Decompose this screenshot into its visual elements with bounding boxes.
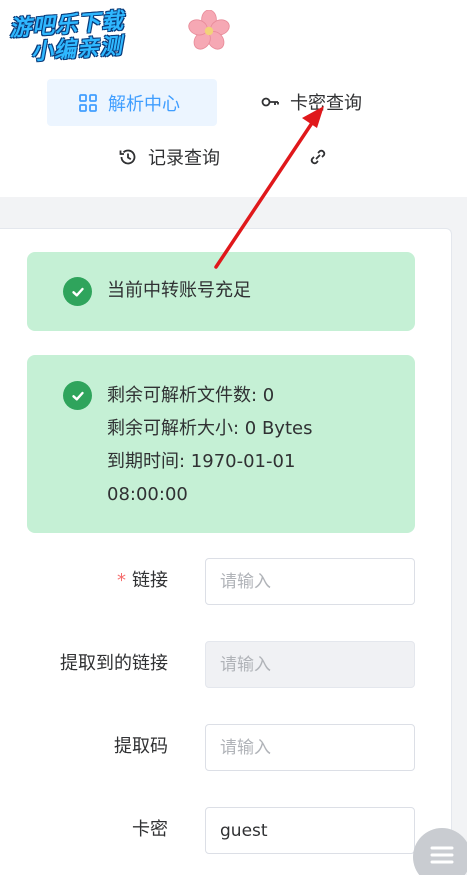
remaining-files-text: 剩余可解析文件数: 0 <box>107 385 275 406</box>
flower-icon <box>188 10 230 50</box>
link-label: * 链接 <box>8 567 168 595</box>
link-icon <box>308 147 328 167</box>
quota-info-lines: 剩余可解析文件数: 0 剩余可解析大小: 0 Bytes 到期时间: 1970-… <box>107 379 312 511</box>
required-asterisk: * <box>117 570 126 591</box>
quota-info-alert: 剩余可解析文件数: 0 剩余可解析大小: 0 Bytes 到期时间: 1970-… <box>27 355 415 533</box>
expire-date-text: 到期时间: 1970-01-01 <box>107 451 296 472</box>
link-input[interactable] <box>205 558 415 605</box>
nav-parse-center[interactable]: 解析中心 <box>47 79 217 126</box>
nav-parse-center-label: 解析中心 <box>108 93 180 115</box>
account-status-text: 当前中转账号充足 <box>107 280 251 301</box>
card-key-input[interactable] <box>205 807 415 854</box>
extract-code-label: 提取码 <box>114 736 168 757</box>
grid-icon <box>78 93 98 113</box>
remaining-size-text: 剩余可解析大小: 0 Bytes <box>107 418 313 439</box>
nav-card-query-label: 卡密查询 <box>290 93 362 114</box>
extract-code-input[interactable] <box>205 724 415 771</box>
card-key-label: 卡密 <box>132 819 168 840</box>
extracted-link-input[interactable] <box>205 641 415 688</box>
key-icon <box>260 92 280 112</box>
nav-record-query-label: 记录查询 <box>148 148 220 169</box>
extracted-link-label: 提取到的链接 <box>60 653 168 674</box>
menu-icon <box>429 844 455 870</box>
nav-external-link[interactable] <box>308 146 330 168</box>
success-check-icon <box>63 277 92 306</box>
success-check-icon <box>63 381 92 410</box>
floating-menu-button[interactable] <box>413 828 467 875</box>
history-icon <box>118 147 138 167</box>
nav-card-query[interactable]: 卡密查询 <box>260 88 362 116</box>
expire-time-text: 08:00:00 <box>107 484 188 505</box>
nav-record-query[interactable]: 记录查询 <box>118 143 220 171</box>
link-label-text: 链接 <box>132 570 168 591</box>
watermark-logo: 游吧乐下载 小编亲测 <box>8 7 151 67</box>
account-status-alert: 当前中转账号充足 <box>27 252 415 331</box>
